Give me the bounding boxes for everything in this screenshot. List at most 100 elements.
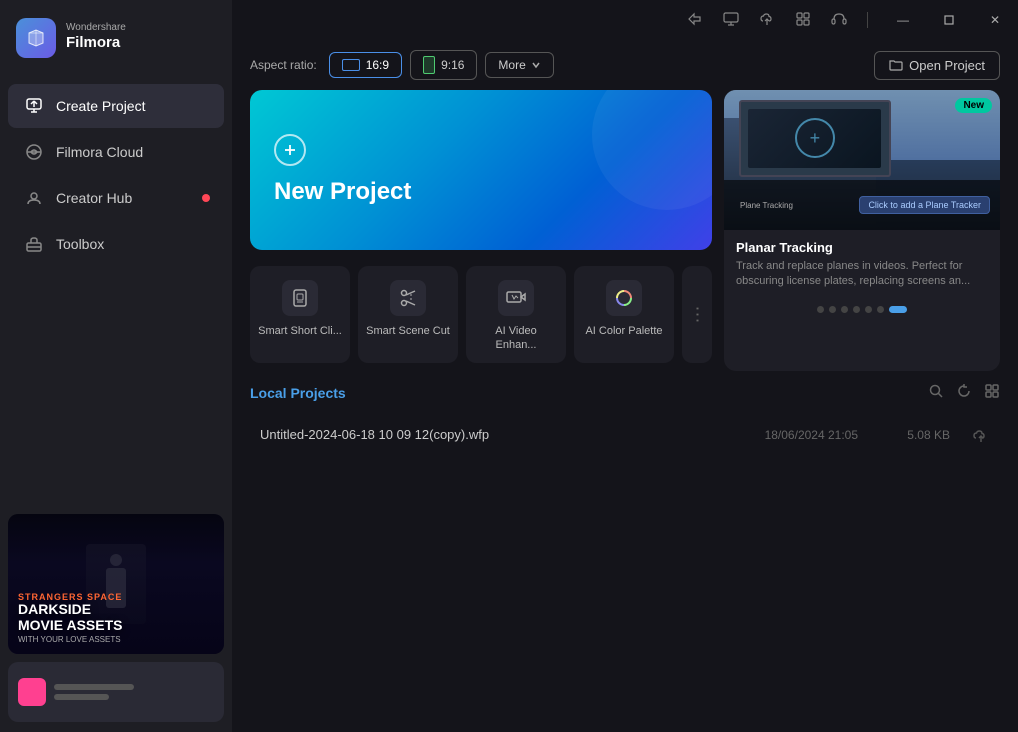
add-plane-tracker-btn[interactable]: Click to add a Plane Tracker: [859, 196, 990, 214]
card2-lines: [54, 684, 134, 700]
sidebar: Wondershare Filmora Create Project: [0, 0, 232, 732]
top-row: New Project Smart Short Cli...: [250, 90, 1000, 371]
feature-label-smart-scene-cut: Smart Scene Cut: [366, 324, 450, 338]
restore-button[interactable]: [926, 4, 972, 36]
titlebar-separator: [867, 12, 868, 28]
local-projects-title: Local Projects: [250, 385, 346, 401]
table-row[interactable]: Untitled-2024-06-18 10 09 12(copy).wfp 1…: [250, 414, 1000, 456]
aspect-9-16-label: 9:16: [441, 58, 464, 72]
logo-text: Wondershare Filmora: [66, 23, 126, 53]
dot-6-active[interactable]: [889, 306, 907, 313]
create-project-icon: [24, 96, 44, 116]
aspect-9-16-button[interactable]: 9:16: [410, 50, 477, 80]
nav-items: Create Project Filmora Cloud Creator: [0, 76, 232, 274]
system-icons: [675, 0, 880, 40]
featured-image: + Plane Tracking Click to add a Plane Tr…: [724, 90, 1000, 230]
titlebar: — ✕: [232, 0, 1018, 40]
card1-subtitle: MOVIE ASSETS: [18, 618, 123, 633]
feature-label-smart-short-clip: Smart Short Cli...: [258, 324, 342, 338]
sidebar-item-filmora-cloud[interactable]: Filmora Cloud: [8, 130, 224, 174]
view-toggle-button[interactable]: [984, 383, 1000, 404]
product-name: Filmora: [66, 33, 126, 53]
feature-card-smart-scene-cut[interactable]: Smart Scene Cut: [358, 266, 458, 363]
feature-card-smart-short-clip[interactable]: Smart Short Cli...: [250, 266, 350, 363]
feature-card-ai-color-palette[interactable]: AI Color Palette: [574, 266, 674, 363]
dot-1[interactable]: [829, 306, 836, 313]
project-date: 18/06/2024 21:05: [728, 428, 858, 442]
project-size: 5.08 KB: [870, 428, 950, 442]
folder-icon: [889, 58, 903, 72]
brand-name: Wondershare: [66, 23, 126, 33]
feature-label-ai-color-palette: AI Color Palette: [585, 324, 662, 338]
cloud-upload-icon[interactable]: [759, 11, 775, 30]
ai-color-palette-icon: [606, 280, 642, 316]
aspect-16-9-label: 16:9: [366, 58, 389, 72]
close-button[interactable]: ✕: [972, 4, 1018, 36]
more-features-button[interactable]: ⋯: [682, 266, 712, 363]
dot-2[interactable]: [841, 306, 848, 313]
refresh-projects-button[interactable]: [956, 383, 972, 404]
left-col: New Project Smart Short Cli...: [250, 90, 712, 371]
monitor-icon[interactable]: [723, 11, 739, 30]
promo-card-2[interactable]: [8, 662, 224, 722]
minimize-button[interactable]: —: [880, 4, 926, 36]
aspect-ratio-label: Aspect ratio:: [250, 58, 317, 72]
sidebar-item-toolbox[interactable]: Toolbox: [8, 222, 224, 266]
dot-4[interactable]: [865, 306, 872, 313]
grid-icon[interactable]: [795, 11, 811, 30]
window-controls: — ✕: [880, 4, 1018, 36]
featured-panel: + Plane Tracking Click to add a Plane Tr…: [724, 90, 1000, 371]
aspect-16-9-icon: [342, 59, 360, 71]
billboard-overlay: Plane Tracking Click to add a Plane Trac…: [724, 180, 1000, 230]
sidebar-item-create-project[interactable]: Create Project: [8, 84, 224, 128]
featured-dots: [724, 300, 1000, 315]
card2-icon: [18, 678, 46, 706]
sidebar-item-label-toolbox: Toolbox: [56, 236, 104, 252]
card1-sub2: WITH YOUR LOVE ASSETS: [18, 635, 123, 644]
sidebar-bottom: STRANGERS SPACE DARKSIDE MOVIE ASSETS WI…: [0, 504, 232, 732]
more-label: More: [498, 58, 525, 72]
card2-line-2: [54, 694, 109, 700]
projects-table: Untitled-2024-06-18 10 09 12(copy).wfp 1…: [250, 414, 1000, 456]
logo-area: Wondershare Filmora: [0, 0, 232, 76]
main-content: — ✕ Aspect ratio: 16:9 9:16 More: [232, 0, 1018, 732]
send-icon[interactable]: [687, 11, 703, 30]
headset-icon[interactable]: [831, 11, 847, 30]
sidebar-item-creator-hub[interactable]: Creator Hub: [8, 176, 224, 220]
chevron-down-icon: [531, 60, 541, 70]
smart-short-clip-icon: [282, 280, 318, 316]
open-project-label: Open Project: [909, 58, 985, 73]
content-area: New Project Smart Short Cli...: [232, 90, 1018, 732]
promo-card-1[interactable]: STRANGERS SPACE DARKSIDE MOVIE ASSETS WI…: [8, 514, 224, 654]
plane-tracking-label: Plane Tracking: [734, 201, 793, 210]
feature-card-ai-video-enhance[interactable]: AI Video Enhan...: [466, 266, 566, 363]
local-projects-header: Local Projects: [250, 383, 1000, 404]
dot-0[interactable]: [817, 306, 824, 313]
smart-scene-cut-icon: [390, 280, 426, 316]
ai-video-enhance-icon: [498, 280, 534, 316]
app-logo-icon: [16, 18, 56, 58]
card2-line-1: [54, 684, 134, 690]
search-projects-button[interactable]: [928, 383, 944, 404]
dot-5[interactable]: [877, 306, 884, 313]
aspect-16-9-button[interactable]: 16:9: [329, 52, 402, 78]
project-upload-button[interactable]: [962, 426, 990, 444]
creator-hub-badge: [202, 194, 210, 202]
card1-title: DARKSIDE: [18, 602, 123, 617]
sidebar-item-label-create: Create Project: [56, 98, 145, 114]
filmora-cloud-icon: [24, 142, 44, 162]
toolbar: Aspect ratio: 16:9 9:16 More Open Projec…: [232, 40, 1018, 90]
new-project-add-icon: [274, 134, 306, 166]
new-badge: New: [955, 98, 992, 113]
dot-3[interactable]: [853, 306, 860, 313]
aspect-9-16-icon: [423, 56, 435, 74]
section-actions: [928, 383, 1000, 404]
more-aspect-button[interactable]: More: [485, 52, 553, 78]
new-project-card[interactable]: New Project: [250, 90, 712, 250]
open-project-button[interactable]: Open Project: [874, 51, 1000, 80]
more-features-icon: ⋯: [687, 305, 708, 323]
featured-description: Track and replace planes in videos. Perf…: [736, 259, 988, 290]
feature-label-ai-video-enhance: AI Video Enhan...: [474, 324, 558, 353]
featured-title: Planar Tracking: [736, 240, 988, 255]
new-project-title: New Project: [274, 178, 688, 206]
